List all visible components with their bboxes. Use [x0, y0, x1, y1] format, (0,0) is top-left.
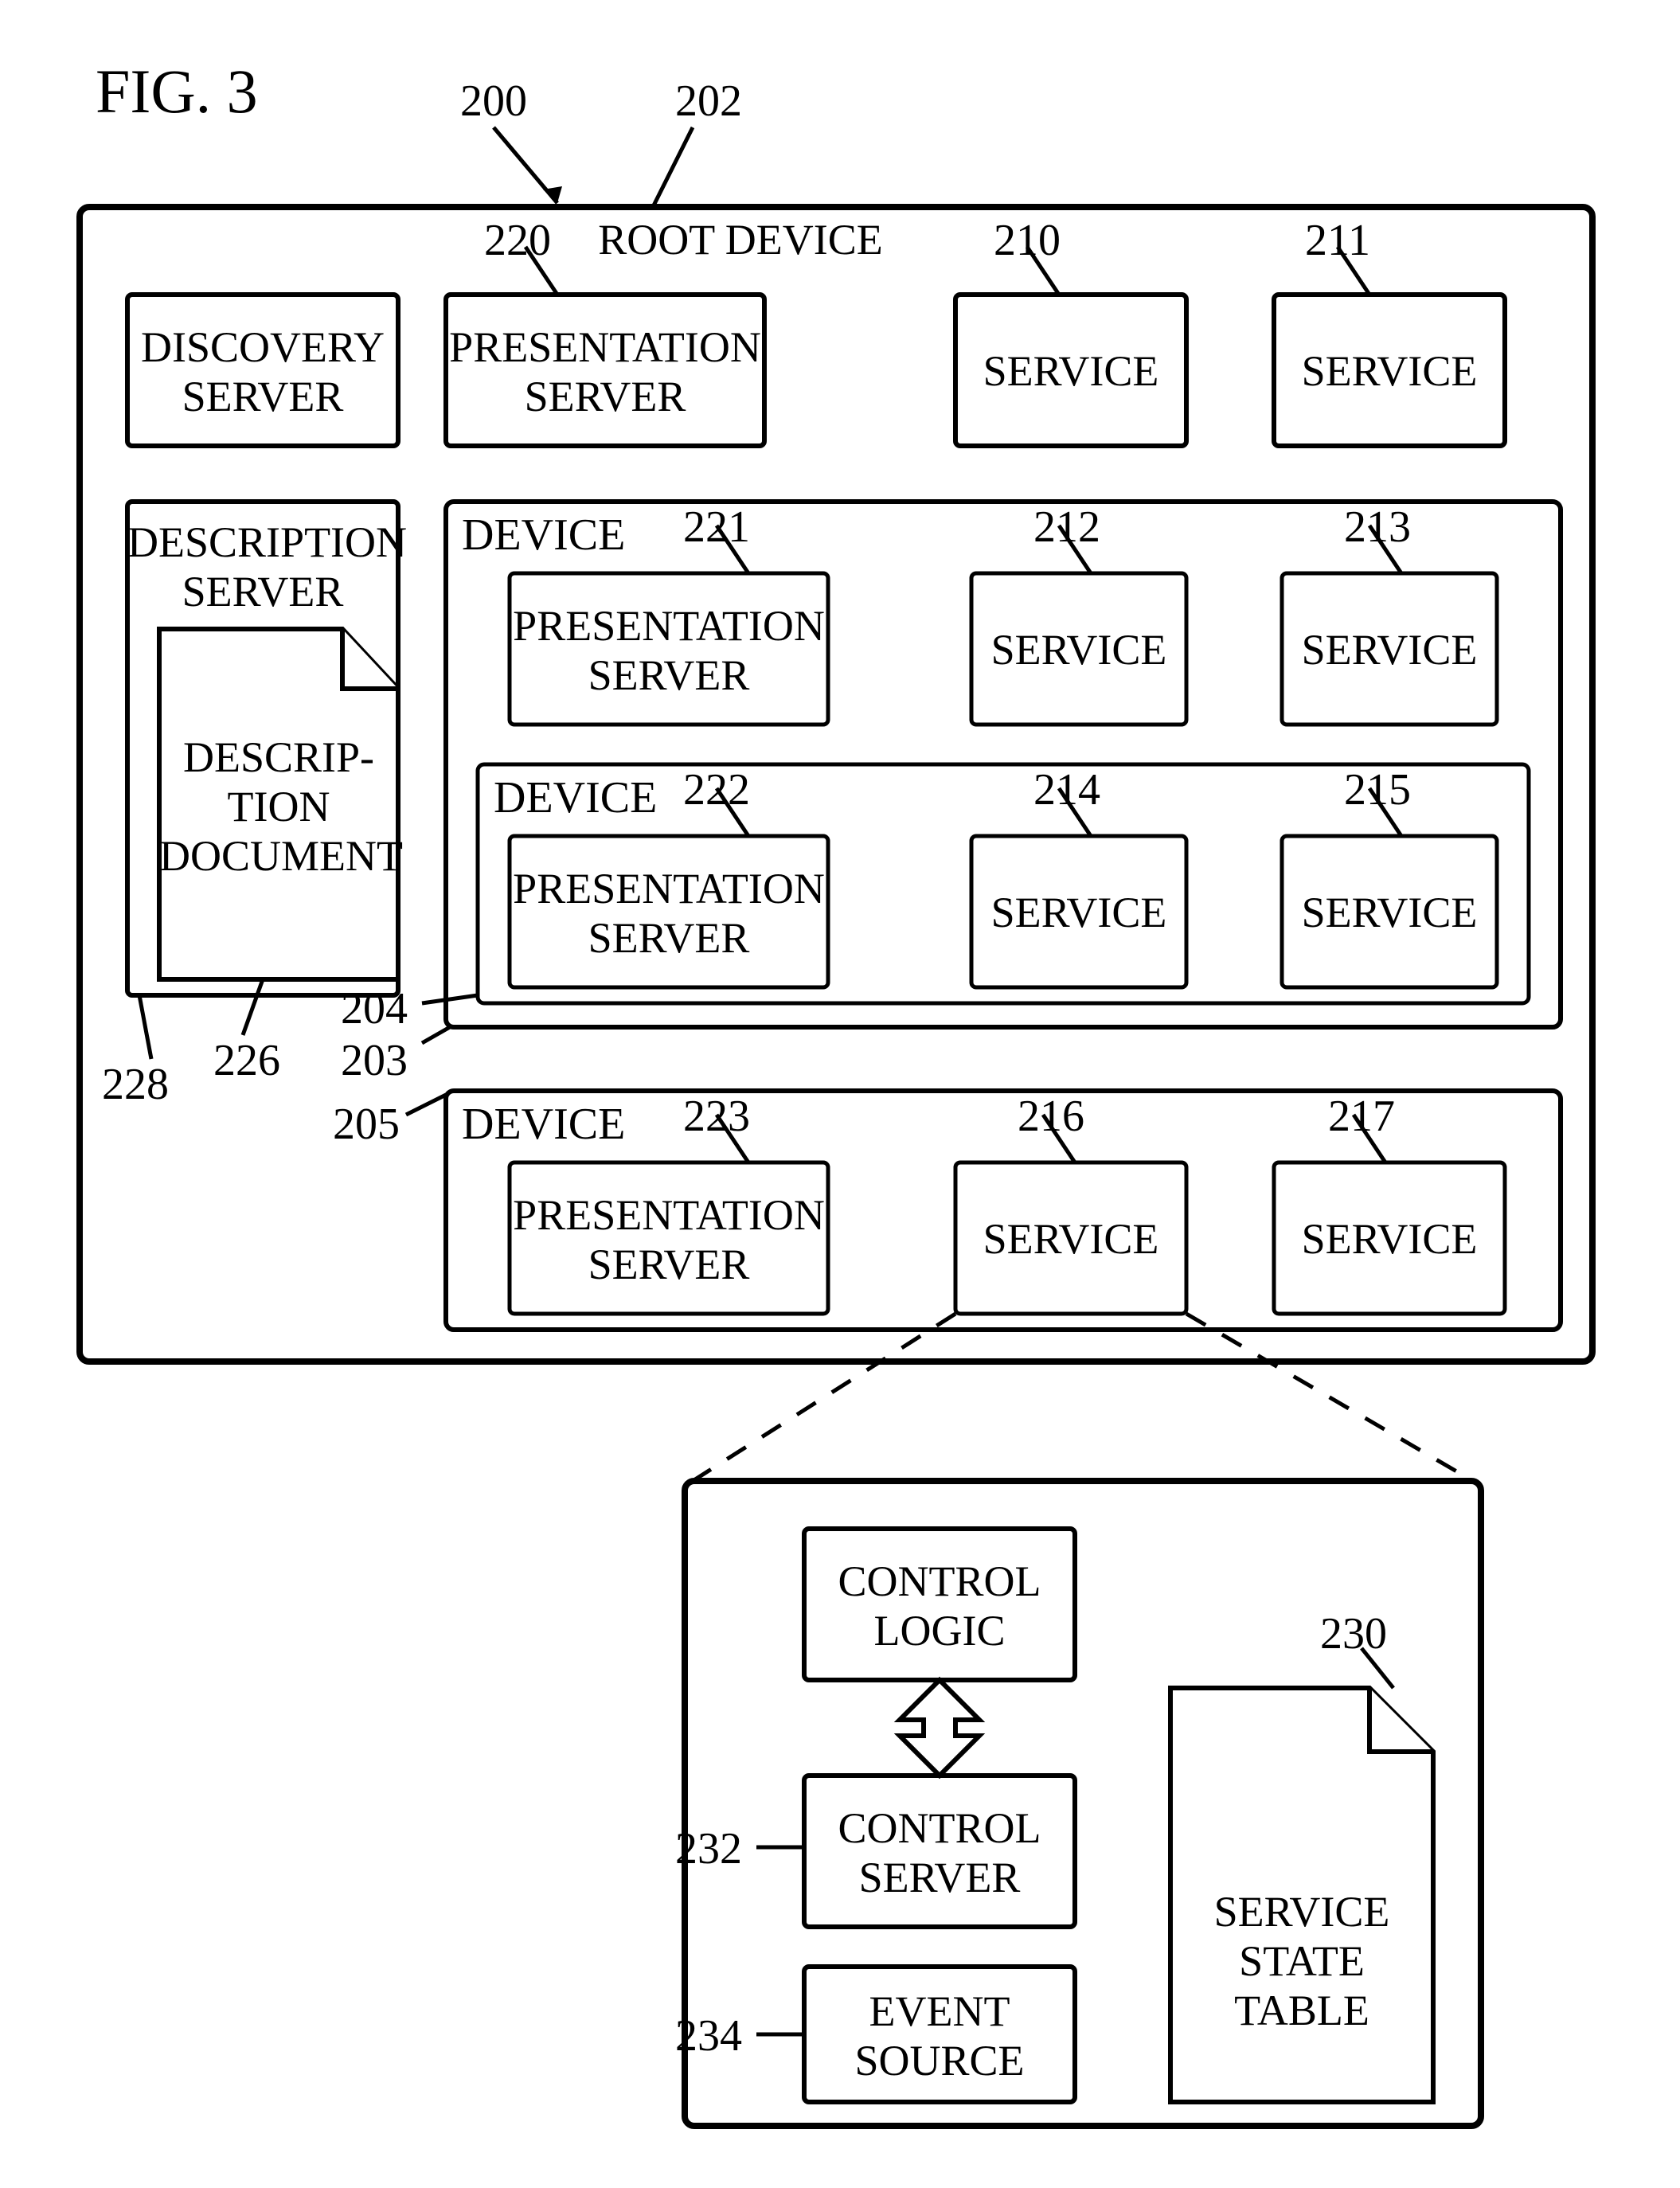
ref-210: 210 [979, 215, 1075, 266]
device-204-label: DEVICE [494, 772, 685, 823]
presentation-server-222-label: PRESENTATION SERVER [510, 864, 828, 963]
service-210-label: SERVICE [955, 346, 1186, 396]
presentation-server-221-label: PRESENTATION SERVER [510, 601, 828, 700]
ref-228: 228 [88, 1059, 183, 1110]
ref-226: 226 [199, 1035, 295, 1086]
ref-202: 202 [661, 76, 756, 127]
ref-230: 230 [1306, 1608, 1401, 1659]
ref-232: 232 [661, 1823, 756, 1874]
description-document-label: DESCRIP- TION DOCUMENT [159, 733, 398, 881]
ref-213: 213 [1330, 502, 1425, 553]
service-211-label: SERVICE [1274, 346, 1505, 396]
root-device-label: ROOT DEVICE [573, 215, 908, 264]
ref-204: 204 [326, 983, 422, 1034]
ref-234: 234 [661, 2010, 756, 2061]
lead-202 [653, 127, 693, 207]
ref-212: 212 [1019, 502, 1115, 553]
presentation-server-223-label: PRESENTATION SERVER [510, 1190, 828, 1289]
ref-216: 216 [1003, 1091, 1099, 1142]
service-214-label: SERVICE [971, 888, 1186, 937]
lead-204 [422, 995, 478, 1003]
control-logic-label: CONTROL LOGIC [804, 1557, 1075, 1655]
double-arrow-icon [900, 1680, 979, 1776]
ref-221: 221 [669, 502, 764, 553]
device-205-label: DEVICE [462, 1099, 653, 1150]
service-216-label: SERVICE [955, 1214, 1186, 1264]
service-213-label: SERVICE [1282, 625, 1497, 674]
device-203-label: DEVICE [462, 510, 653, 561]
diagram-stage: FIG. 3 [0, 0, 1680, 2188]
expansion-dash-right [1186, 1314, 1473, 1481]
ref-217: 217 [1314, 1091, 1409, 1142]
ref-222: 222 [669, 764, 764, 815]
ref-214: 214 [1019, 764, 1115, 815]
ref-203: 203 [326, 1035, 422, 1086]
ref-215: 215 [1330, 764, 1425, 815]
service-217-label: SERVICE [1274, 1214, 1505, 1264]
presentation-server-220-label: PRESENTATION SERVER [446, 322, 764, 421]
ref-200: 200 [446, 76, 541, 127]
description-server-label: DESCRIPTION SERVER [127, 518, 398, 616]
ref-223: 223 [669, 1091, 764, 1142]
lead-228 [139, 995, 151, 1059]
event-source-label: EVENT SOURCE [804, 1987, 1075, 2085]
ref-220: 220 [470, 215, 565, 266]
ref-211: 211 [1290, 215, 1385, 266]
service-212-label: SERVICE [971, 625, 1186, 674]
ref-205: 205 [318, 1099, 414, 1150]
lead-203 [422, 1027, 450, 1043]
control-server-label: CONTROL SERVER [804, 1803, 1075, 1902]
service-215-label: SERVICE [1282, 888, 1497, 937]
service-state-table-label: SERVICE STATE TABLE [1170, 1887, 1433, 2035]
discovery-server-label: DISCOVERY SERVER [127, 322, 398, 421]
lead-226 [243, 979, 263, 1035]
expansion-dash-left [693, 1314, 955, 1481]
